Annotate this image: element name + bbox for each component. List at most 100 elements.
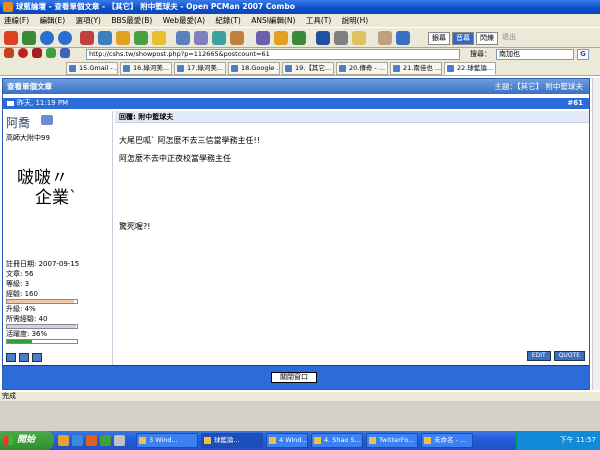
gear-icon[interactable] <box>274 31 288 45</box>
browser-tab-16[interactable]: 16.綠河美... <box>120 62 172 75</box>
stat-posts: 文章: 56 <box>6 270 34 278</box>
browser-tab-19[interactable]: 19.【其它... <box>282 62 334 75</box>
taskbar-item-4[interactable]: 4. Shao S... <box>311 433 363 448</box>
url-input[interactable]: http://cshs.tw/showpost.php?p=112665&pos… <box>86 49 460 60</box>
taskbar-item-6[interactable]: 未命名 - ... <box>421 433 473 448</box>
menu-item-options[interactable]: 選項(Y) <box>72 14 105 27</box>
browser-tab-17[interactable]: 17.綠河美... <box>174 62 226 75</box>
tab-blink[interactable]: 閃爍 <box>476 32 498 45</box>
stat-level: 等級: 3 <box>6 280 30 288</box>
user-icon[interactable] <box>378 31 392 45</box>
browser-tab-bar: 15.Gmail - ... 16.綠河美... 17.綠河美... 18.Go… <box>0 61 600 76</box>
message-icon[interactable] <box>19 353 29 362</box>
close-page-icon[interactable] <box>32 48 42 58</box>
home-icon[interactable] <box>116 31 130 45</box>
menu-item-history[interactable]: 紀錄(T) <box>211 14 244 27</box>
user-stats: 註冊日期: 2007-09-15 文章: 56 等級: 3 經驗: 160 升級… <box>6 259 79 344</box>
vertical-scrollbar[interactable] <box>592 78 600 390</box>
quicklaunch-icon-3[interactable] <box>86 435 97 446</box>
stop-icon[interactable] <box>18 48 28 58</box>
toolbar: 銀幕 音幕 閃爍 退出 <box>0 27 600 48</box>
page-title: 查看單個文章 <box>7 82 52 91</box>
taskbar-item-5[interactable]: TwitterFo... <box>366 433 418 448</box>
menu-item-bbs-favorites[interactable]: BBS最愛(B) <box>107 14 156 27</box>
back-icon[interactable] <box>40 31 54 45</box>
user-action-icons <box>6 353 42 362</box>
copy-icon[interactable] <box>176 31 190 45</box>
connect-icon[interactable] <box>4 31 18 45</box>
thread-subject: 主題：【其它】 附中籃球夫回覆: 附中籃球夫 <box>494 79 583 94</box>
homepage-icon[interactable] <box>32 353 42 362</box>
clock[interactable]: 下午 11:57 <box>560 436 596 444</box>
paste-icon[interactable] <box>194 31 208 45</box>
tab-sound[interactable]: 音幕 <box>452 32 474 45</box>
quicklaunch-icon-2[interactable] <box>72 435 83 446</box>
new-icon[interactable] <box>22 31 36 45</box>
favorites-icon[interactable] <box>152 31 166 45</box>
quote-button[interactable]: QUOTE <box>553 351 585 361</box>
google-search-icon[interactable]: G <box>577 49 589 60</box>
taskbar: 開始 3 Wind... 球藍論... 4 Wind... 4. Shao S.… <box>0 431 600 450</box>
screenshot-icon[interactable] <box>316 31 330 45</box>
nav-icon-1[interactable] <box>4 48 14 58</box>
quicklaunch-icon-4[interactable] <box>100 435 111 446</box>
quicklaunch-icon-5[interactable] <box>114 435 125 446</box>
stop-icon[interactable] <box>80 31 94 45</box>
menu-item-edit[interactable]: 編輯(E) <box>36 14 70 27</box>
start-button[interactable]: 開始 <box>0 431 54 450</box>
post-number[interactable]: #61 <box>567 98 583 109</box>
window-title: 球藍論壇 - 查看單個文章 - 【其它】 附中籃球夫 - Open PCMan … <box>16 2 295 11</box>
menu-item-ansi-edit[interactable]: ANSI編輯(N) <box>247 14 299 27</box>
menu-item-tools[interactable]: 工具(T) <box>302 14 335 27</box>
menu-item-connect[interactable]: 連線(F) <box>0 14 33 27</box>
search-input[interactable]: 南加也 <box>496 49 574 60</box>
stat-upgrade: 升級: 4% <box>6 305 36 313</box>
folder-icon[interactable] <box>352 31 366 45</box>
help-icon[interactable] <box>396 31 410 45</box>
refresh-icon[interactable] <box>98 31 112 45</box>
page-header: 查看單個文章 主題：【其它】 附中籃球夫回覆: 附中籃球夫 <box>3 79 589 94</box>
tool-icon[interactable] <box>256 31 270 45</box>
avatar-text-line2: 企業` <box>35 188 78 208</box>
post-frame: 查看單個文章 主題：【其它】 附中籃球夫回覆: 附中籃球夫 昨天, 11:19 … <box>2 78 590 390</box>
menu-item-help[interactable]: 說明(H) <box>338 14 373 27</box>
title-bar: 球藍論壇 - 查看單個文章 - 【其它】 附中籃球夫 - Open PCMan … <box>0 0 600 14</box>
web-content: 查看單個文章 主題：【其它】 附中籃球夫回覆: 附中籃球夫 昨天, 11:19 … <box>0 76 600 392</box>
taskbar-item-2[interactable]: 球藍論... <box>201 433 263 448</box>
browser-tab-15[interactable]: 15.Gmail - ... <box>66 62 118 75</box>
edit-button[interactable]: EDIT <box>526 351 551 361</box>
app-icon <box>3 2 13 12</box>
post-title: 回覆: 附中籃球夫 <box>115 111 589 123</box>
stat-activity: 活躍度: 36% <box>6 330 48 338</box>
profile-icon[interactable] <box>6 353 16 362</box>
system-tray: 下午 11:57 <box>516 431 600 450</box>
settings-icon[interactable] <box>230 31 244 45</box>
tab-screen[interactable]: 銀幕 <box>428 32 450 45</box>
exp-bar <box>6 299 78 304</box>
user-info-panel: 阿喬 高師大附中99 啵啵〃 企業` 註冊日期: 2007-09-15 文章: … <box>3 111 113 365</box>
web-icon[interactable] <box>46 48 56 58</box>
post-line-1: 大尾巴呱` 阿怎麼不去三信當學務主任!! <box>119 136 260 145</box>
taskbar-item-3[interactable]: 4 Wind... <box>266 433 308 448</box>
browser-tab-18[interactable]: 18.Google ... <box>228 62 280 75</box>
browser-tab-21[interactable]: 21.南佳也 ... <box>390 62 442 75</box>
taskbar-item-1[interactable]: 3 Wind... <box>136 433 198 448</box>
browser-tab-22[interactable]: 22.球藍論... <box>444 62 496 75</box>
online-status-icon <box>41 115 53 125</box>
browser-tab-20[interactable]: 20.傳奇 - ... <box>336 62 388 75</box>
quicklaunch-icon-1[interactable] <box>58 435 69 446</box>
activity-bar-fill <box>7 340 33 343</box>
post-date: 昨天, 11:19 PM <box>17 99 69 107</box>
keyboard-icon[interactable] <box>334 31 348 45</box>
find-icon[interactable] <box>212 31 226 45</box>
bbs-icon[interactable] <box>60 48 70 58</box>
forward-icon[interactable] <box>58 31 72 45</box>
menu-item-web-favorites[interactable]: Web最愛(A) <box>159 14 209 27</box>
close-window-button[interactable]: 關閉窗口 <box>271 372 317 383</box>
bookmark-icon[interactable] <box>134 31 148 45</box>
ansi-icon[interactable] <box>292 31 306 45</box>
tab-scroll-area <box>0 62 66 75</box>
post-footer: 關閉窗口 <box>3 365 589 389</box>
username[interactable]: 阿喬 <box>6 114 30 131</box>
tab-exit[interactable]: 退出 <box>500 32 518 45</box>
